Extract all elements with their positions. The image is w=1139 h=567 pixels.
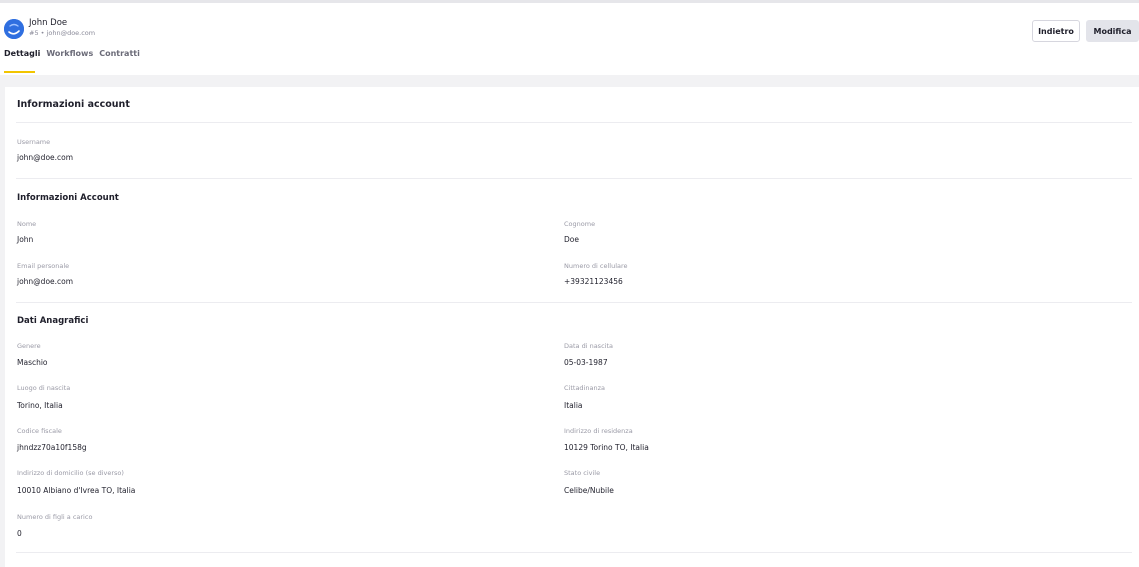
nome-value: John [17,235,34,244]
civile-label: Stato civile [564,469,601,477]
username-value: john@doe.com [17,153,74,162]
domicilio-value: 10010 Albiano d'Ivrea TO, Italia [17,486,136,495]
email-value: john@doe.com [17,277,74,286]
figli-value: 0 [17,529,22,538]
account-card: Informazioni account Username john@doe.c… [5,87,1139,567]
residenza-label: Indirizzo di residenza [564,427,633,435]
cell-label: Numero di cellulare [564,262,628,270]
cf-value: jhndzz70a10f158g [17,443,87,452]
cf-label: Codice fiscale [17,427,62,435]
cognome-value: Doe [564,235,579,244]
luogo-label: Luogo di nascita [17,384,71,392]
nascita-label: Data di nascita [564,342,613,350]
section-title-anagrafici: Dati Anagrafici [17,316,89,326]
genere-value: Maschio [17,358,48,367]
divider [16,552,1132,553]
residenza-value: 10129 Torino TO, Italia [564,443,649,452]
edit-button[interactable]: Modifica [1086,20,1139,42]
username-label: Username [17,138,51,146]
page-header: John Doe #5 • john@doe.com Dettagli Work… [0,3,1139,75]
tab-bar: Dettagli Workflows Contratti [4,49,140,73]
cell-value: +39321123456 [564,277,623,286]
user-subtitle: #5 • john@doe.com [29,29,96,37]
email-label: Email personale [17,262,70,270]
back-button[interactable]: Indietro [1032,20,1080,42]
user-name: John Doe [29,18,68,28]
tab-contratti[interactable]: Contratti [99,49,140,73]
luogo-value: Torino, Italia [17,401,63,410]
cittadinanza-value: Italia [564,401,583,410]
figli-label: Numero di figli a carico [17,513,93,521]
cognome-label: Cognome [564,220,596,228]
nascita-value: 05-03-1987 [564,358,608,367]
card-title: Informazioni account [17,99,130,110]
genere-label: Genere [17,342,41,350]
nome-label: Nome [17,220,37,228]
user-avatar-icon [4,19,24,39]
tab-dettagli[interactable]: Dettagli [4,49,40,73]
divider [16,122,1132,123]
content-background [0,75,1139,87]
divider [16,302,1132,303]
avatar [4,19,24,39]
tab-workflows[interactable]: Workflows [46,49,93,73]
section-title-info-account: Informazioni Account [17,193,119,203]
cittadinanza-label: Cittadinanza [564,384,605,392]
civile-value: Celibe/Nubile [564,486,614,495]
domicilio-label: Indirizzo di domicilio (se diverso) [17,469,124,477]
divider [16,178,1132,179]
